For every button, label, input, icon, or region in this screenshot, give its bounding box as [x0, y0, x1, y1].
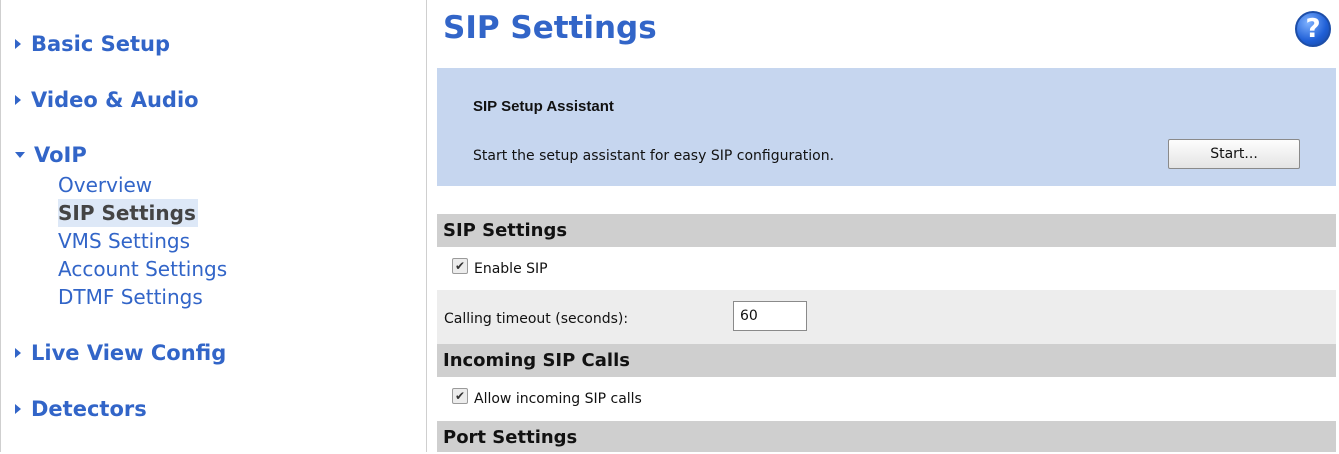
assistant-description: Start the setup assistant for easy SIP c…: [473, 148, 835, 164]
nav-voip-label: VoIP: [34, 143, 87, 167]
triangle-right-icon: [15, 39, 21, 49]
incoming-sip-calls-header: Incoming SIP Calls: [437, 344, 1336, 377]
assistant-title: SIP Setup Assistant: [473, 98, 614, 115]
sip-settings-header: SIP Settings: [437, 214, 1336, 247]
calling-timeout-input[interactable]: [733, 301, 807, 331]
setup-assistant-panel: SIP Setup Assistant Start the setup assi…: [437, 68, 1336, 186]
nav-live-view-config-label: Live View Config: [31, 341, 227, 365]
triangle-down-icon: [15, 152, 25, 158]
enable-sip-row: ✔ Enable SIP: [437, 247, 1336, 290]
nav-voip-overview[interactable]: Overview: [58, 171, 152, 199]
nav-voip-sip-settings[interactable]: SIP Settings: [58, 199, 198, 227]
nav-voip[interactable]: VoIP: [15, 143, 87, 167]
enable-sip-label: Enable SIP: [474, 260, 548, 277]
nav-basic-setup-label: Basic Setup: [31, 32, 171, 56]
calling-timeout-label: Calling timeout (seconds):: [444, 311, 629, 327]
allow-incoming-row: ✔ Allow incoming SIP calls: [437, 377, 1336, 421]
nav-voip-vms-settings[interactable]: VMS Settings: [58, 227, 190, 255]
nav-detectors-label: Detectors: [31, 397, 147, 421]
port-settings-header: Port Settings: [437, 421, 1336, 452]
nav-basic-setup[interactable]: Basic Setup: [15, 32, 170, 56]
calling-timeout-row: Calling timeout (seconds):: [437, 290, 1336, 344]
nav-video-audio[interactable]: Video & Audio: [15, 88, 199, 112]
triangle-right-icon: [15, 404, 21, 414]
main-content: SIP Settings ? SIP Setup Assistant Start…: [437, 0, 1336, 452]
nav-detectors[interactable]: Detectors: [15, 397, 147, 421]
nav-voip-account-settings[interactable]: Account Settings: [58, 255, 227, 283]
page-title: SIP Settings: [443, 10, 657, 46]
allow-incoming-label: Allow incoming SIP calls: [474, 391, 642, 407]
allow-incoming-checkbox[interactable]: ✔: [452, 388, 468, 404]
triangle-right-icon: [15, 348, 21, 358]
enable-sip-checkbox[interactable]: ✔: [452, 257, 468, 274]
nav-voip-dtmf-settings[interactable]: DTMF Settings: [58, 283, 203, 311]
sidebar-nav: Basic Setup Video & Audio VoIP Overview …: [0, 0, 427, 452]
nav-live-view-config[interactable]: Live View Config: [15, 341, 226, 365]
nav-video-audio-label: Video & Audio: [31, 88, 199, 112]
help-icon[interactable]: ?: [1295, 11, 1331, 47]
triangle-right-icon: [15, 95, 21, 105]
start-assistant-button[interactable]: Start...: [1168, 139, 1300, 169]
